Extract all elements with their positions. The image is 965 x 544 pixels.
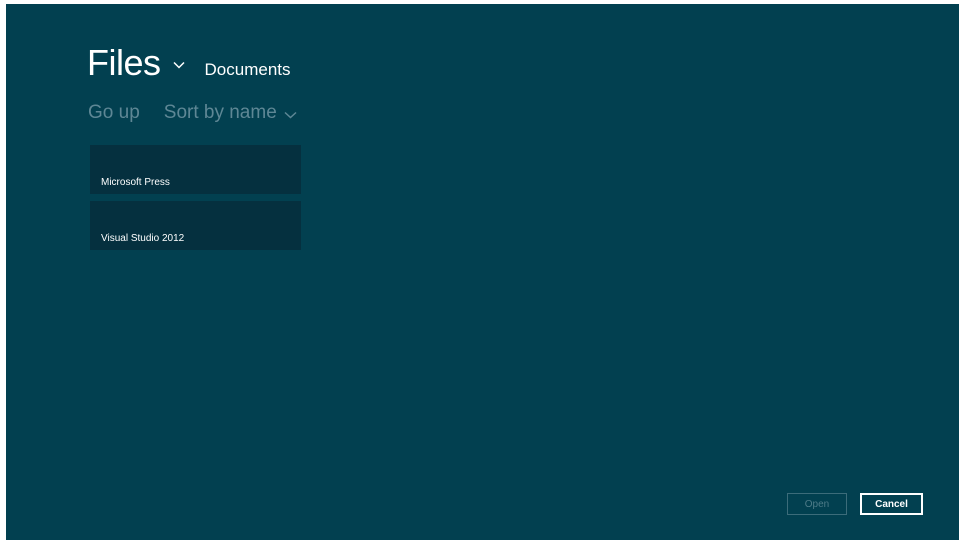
cancel-button[interactable]: Cancel (860, 493, 923, 515)
sort-by-dropdown[interactable]: Sort by name (164, 101, 297, 125)
sort-by-label: Sort by name (163, 102, 277, 123)
folder-tile-visual-studio-2012[interactable]: Visual Studio 2012 (90, 201, 301, 250)
file-picker-screen: Files Documents Go up Sort by name Micro… (6, 4, 959, 540)
chevron-down-icon[interactable] (172, 56, 185, 74)
folder-name: Microsoft Press (101, 177, 170, 188)
footer-buttons: Open Cancel (787, 493, 923, 515)
command-bar: Go up Sort by name (88, 101, 297, 125)
header: Files Documents (87, 42, 291, 84)
folder-tile-microsoft-press[interactable]: Microsoft Press (90, 145, 301, 194)
open-button[interactable]: Open (787, 493, 847, 515)
location-label: Documents (204, 60, 291, 79)
chevron-down-icon (284, 103, 297, 125)
file-list: Microsoft Press Visual Studio 2012 (90, 145, 301, 257)
folder-name: Visual Studio 2012 (101, 233, 185, 244)
go-up-button[interactable]: Go up (88, 102, 140, 124)
files-title[interactable]: Files (87, 42, 161, 84)
